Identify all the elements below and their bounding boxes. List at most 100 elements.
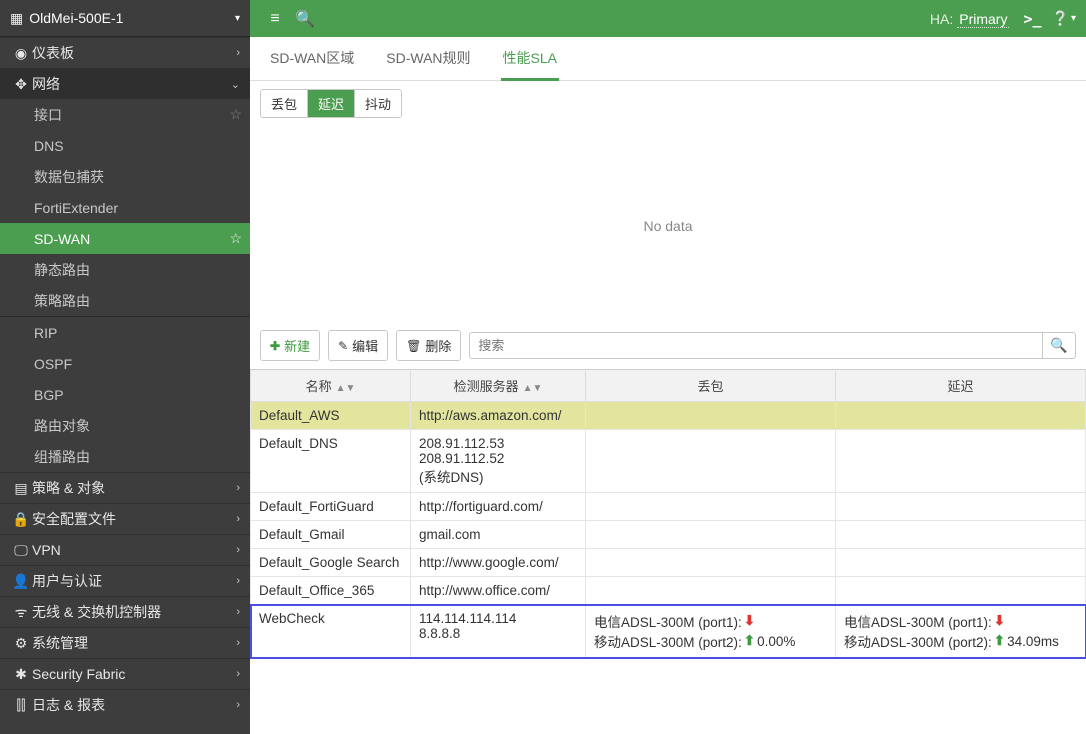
sidebar: ◉仪表板›✥网络⌄ 接口 ☆ DNS 数据包捕获 FortiExtender SD-WAN☆… — [0, 37, 250, 734]
nav-label: 日志 & 报表 — [32, 695, 236, 715]
column-header[interactable]: 检测服务器▲▼ — [411, 370, 586, 402]
cell-name: Default_Gmail — [251, 521, 411, 549]
nav-item[interactable]: ✱Security Fabric› — [0, 658, 250, 689]
cell-loss — [586, 549, 836, 577]
nav-subitem[interactable]: 接口 ☆ — [0, 99, 250, 130]
nav-sublabel: 接口 — [34, 105, 62, 125]
content-tabs: SD-WAN区域 SD-WAN规则性能SLA — [250, 37, 1086, 81]
cell-loss: 电信ADSL-300M (port1):⬇移动ADSL-300M (port2)… — [586, 605, 836, 658]
nav-subitem[interactable]: DNS — [0, 130, 250, 161]
nav-label: 策略 & 对象 — [32, 478, 236, 498]
nav-subitem[interactable]: 数据包捕获 — [0, 161, 250, 192]
nav-item[interactable]: ᯤ无线 & 交换机控制器› — [0, 596, 250, 627]
nav-icon: 🔒 — [10, 511, 32, 528]
nav-subitem[interactable]: RIP — [0, 317, 250, 348]
sla-table: 名称▲▼检测服务器▲▼丢包延迟Default_AWShttp://aws.ama… — [250, 369, 1086, 658]
metric-button[interactable]: 抖动 — [355, 90, 401, 117]
cell-server: http://fortiguard.com/ — [411, 493, 586, 521]
nav-subitem[interactable]: 路由对象 — [0, 410, 250, 441]
cell-name: Default_DNS — [251, 430, 411, 493]
nav-item[interactable]: 🔒安全配置文件› — [0, 503, 250, 534]
nav-subitem[interactable]: BGP — [0, 379, 250, 410]
nav-item[interactable]: ✥网络⌄ — [0, 68, 250, 99]
chevron-icon: › — [236, 699, 240, 711]
create-button[interactable]: ✚新建 — [260, 330, 320, 361]
nav-subitem[interactable]: FortiExtender — [0, 192, 250, 223]
nav-icon: ᯤ — [10, 603, 32, 622]
column-header[interactable]: 丢包 — [586, 370, 836, 402]
table-row[interactable]: Default_AWShttp://aws.amazon.com/ — [251, 402, 1086, 430]
metric-button[interactable]: 丢包 — [261, 90, 308, 117]
cell-name: Default_FortiGuard — [251, 493, 411, 521]
tab[interactable]: SD-WAN区域 — [268, 38, 356, 81]
nav-item[interactable]: ⫿⫿日志 & 报表› — [0, 689, 250, 720]
cell-latency — [836, 521, 1086, 549]
nav-item[interactable]: 👤用户与认证› — [0, 565, 250, 596]
nav-subitem[interactable]: 组播路由 — [0, 441, 250, 472]
cli-button[interactable]: >_ — [1023, 10, 1041, 28]
nav-icon: 👤 — [10, 573, 32, 590]
nav-label: 网络 — [32, 74, 231, 94]
search-button[interactable]: 🔍 — [1042, 332, 1076, 359]
cell-loss — [586, 521, 836, 549]
star-icon[interactable]: ☆ — [229, 230, 242, 247]
nav-sublabel: 数据包捕获 — [34, 167, 104, 187]
table-row[interactable]: Default_Gmailgmail.com — [251, 521, 1086, 549]
chevron-icon: › — [236, 47, 240, 59]
nav-sublabel: RIP — [34, 325, 57, 341]
status-line: 移动ADSL-300M (port2):⬆0.00% — [594, 631, 827, 651]
nav-icon: 🖵 — [10, 542, 32, 559]
hostname: OldMei-500E-1 — [29, 10, 123, 26]
tab[interactable]: 性能SLA — [501, 38, 559, 81]
cell-latency — [836, 577, 1086, 605]
cell-name: Default_AWS — [251, 402, 411, 430]
nav-sublabel: 策略路由 — [34, 291, 90, 311]
nav-label: 用户与认证 — [32, 571, 236, 591]
edit-button[interactable]: ✎编辑 — [328, 330, 388, 361]
nav-sublabel: OSPF — [34, 356, 72, 372]
table-row[interactable]: Default_FortiGuardhttp://fortiguard.com/ — [251, 493, 1086, 521]
nav-subitem[interactable]: 静态路由 — [0, 254, 250, 285]
nav-label: 无线 & 交换机控制器 — [32, 602, 236, 622]
metric-button[interactable]: 延迟 — [308, 90, 355, 117]
table-row[interactable]: Default_Office_365http://www.office.com/ — [251, 577, 1086, 605]
search-icon[interactable]: 🔍 — [290, 9, 320, 29]
nav-subitem[interactable]: SD-WAN☆ — [0, 223, 250, 254]
nav-label: 系统管理 — [32, 633, 236, 653]
nav-item[interactable]: ▤策略 & 对象› — [0, 472, 250, 503]
nav-item[interactable]: ⚙系统管理› — [0, 627, 250, 658]
tab[interactable]: SD-WAN规则 — [384, 38, 472, 81]
search-input[interactable] — [469, 332, 1042, 359]
nav-sublabel: 组播路由 — [34, 447, 90, 467]
metric-toggle-group: 丢包延迟抖动 — [260, 89, 402, 118]
table-row[interactable]: Default_Google Searchhttp://www.google.c… — [251, 549, 1086, 577]
nav-icon: ✱ — [10, 666, 32, 683]
cell-name: Default_Office_365 — [251, 577, 411, 605]
cell-server: gmail.com — [411, 521, 586, 549]
column-header[interactable]: 名称▲▼ — [251, 370, 411, 402]
chevron-icon: › — [236, 513, 240, 525]
arrow-down-icon: ⬇ — [744, 613, 755, 629]
chevron-icon: › — [236, 482, 240, 494]
table-row[interactable]: Default_DNS208.91.112.53208.91.112.52(系统… — [251, 430, 1086, 493]
chevron-icon: › — [236, 544, 240, 556]
nav-item[interactable]: 🖵VPN› — [0, 534, 250, 565]
help-button[interactable]: ❔▾ — [1052, 10, 1076, 27]
ha-status[interactable]: HA:Primary — [930, 11, 1010, 27]
delete-button[interactable]: 🗑删除 — [396, 330, 461, 361]
nav-sublabel: 静态路由 — [34, 260, 90, 280]
menu-icon[interactable]: ≡ — [260, 10, 290, 28]
table-row[interactable]: WebCheck114.114.114.1148.8.8.8电信ADSL-300… — [251, 605, 1086, 658]
nav-sublabel: FortiExtender — [34, 200, 118, 216]
nav-sublabel: BGP — [34, 387, 64, 403]
column-header[interactable]: 延迟 — [836, 370, 1086, 402]
nav-subitem[interactable]: 策略路由 — [0, 285, 250, 316]
chevron-icon: › — [236, 606, 240, 618]
nav-item[interactable]: ◉仪表板› — [0, 37, 250, 68]
chevron-icon: › — [236, 637, 240, 649]
hostname-dropdown-icon[interactable]: ▾ — [235, 13, 240, 24]
nav-subitem[interactable]: OSPF — [0, 348, 250, 379]
chart-empty: No data — [250, 126, 1086, 326]
nav-sublabel: 路由对象 — [34, 416, 90, 436]
star-icon[interactable]: ☆ — [229, 106, 242, 123]
